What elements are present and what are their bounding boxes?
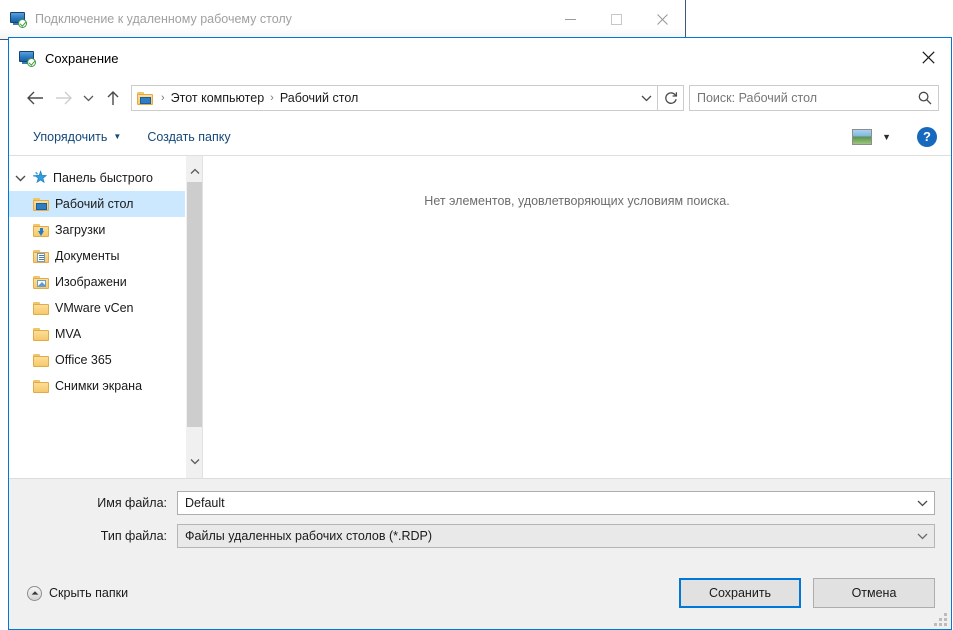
dialog-body: Панель быстрого Рабочий стол Загрузки До…: [9, 156, 951, 478]
tree-item-label: Office 365: [55, 353, 112, 367]
tree-item-label: MVA: [55, 327, 82, 341]
dialog-footer: Скрыть папки Сохранить Отмена: [9, 557, 951, 629]
folder-icon: [33, 301, 49, 315]
close-icon[interactable]: [905, 38, 951, 77]
tree-item-mva[interactable]: MVA: [9, 321, 202, 347]
chevron-down-icon: ▼: [113, 132, 122, 141]
remote-desktop-window: Подключение к удаленному рабочему столу: [0, 0, 686, 40]
command-bar-right: ▼ ?: [852, 126, 951, 147]
search-input[interactable]: [690, 90, 912, 106]
navigation-bar: › Этот компьютер › Рабочий стол: [9, 78, 951, 118]
dialog-title: Сохранение: [45, 50, 119, 66]
organize-label: Упорядочить: [33, 129, 108, 144]
tree-item-label: Изображени: [55, 275, 127, 289]
scrollbar-chevron-up-icon[interactable]: [186, 163, 202, 180]
desktop-folder-icon: [33, 197, 49, 211]
remote-desktop-window-controls: [547, 0, 685, 38]
breadcrumb-item-desktop[interactable]: Рабочий стол: [278, 91, 360, 105]
remote-desktop-titlebar: Подключение к удаленному рабочему столу: [0, 0, 685, 38]
tree-item-label: Загрузки: [55, 223, 106, 237]
organize-button[interactable]: Упорядочить ▼: [27, 123, 127, 151]
file-name-label: Имя файла:: [97, 496, 167, 510]
tree-item-screenshots[interactable]: Снимки экрана: [9, 373, 202, 399]
file-type-row: Тип файла: Файлы удаленных рабочих столо…: [25, 524, 935, 548]
dialog-titlebar: Сохранение: [9, 38, 951, 78]
chevron-down-icon[interactable]: [910, 499, 934, 507]
back-arrow-icon[interactable]: [21, 84, 49, 112]
pictures-folder-icon: [33, 275, 49, 289]
tree-item-label: Панель быстрого: [53, 171, 153, 185]
help-button[interactable]: ?: [917, 126, 937, 147]
up-arrow-icon[interactable]: [99, 84, 127, 112]
tree-item-office-365[interactable]: Office 365: [9, 347, 202, 373]
hide-folders-label: Скрыть папки: [49, 586, 129, 600]
folder-icon: [33, 379, 49, 393]
chevron-down-icon[interactable]: [910, 532, 934, 540]
hide-folders-button[interactable]: Скрыть папки: [27, 585, 129, 601]
file-form: Имя файла: Тип файла: Файлы удаленных ра…: [9, 478, 951, 557]
command-bar: Упорядочить ▼ Создать папку ▼ ?: [9, 118, 951, 156]
chevron-up-circle-icon: [27, 585, 42, 601]
search-icon[interactable]: [912, 91, 938, 105]
file-type-label: Тип файла:: [100, 529, 167, 543]
breadcrumb-separator: ›: [270, 92, 274, 104]
close-icon[interactable]: [639, 0, 685, 38]
desktop-folder-icon: [137, 91, 153, 105]
remote-desktop-icon: [10, 11, 27, 28]
search-box[interactable]: [689, 85, 939, 111]
address-bar[interactable]: › Этот компьютер › Рабочий стол: [131, 85, 658, 111]
cancel-button[interactable]: Отмена: [813, 578, 935, 608]
tree-item-label: Рабочий стол: [55, 197, 134, 211]
tree-item-label: VMware vCen: [55, 301, 134, 315]
navigation-pane-scrollbar[interactable]: [185, 156, 202, 478]
file-name-input[interactable]: [178, 495, 910, 511]
save-dialog: Сохранение › Этот компьютер › Рабочий ст…: [8, 37, 952, 630]
downloads-folder-icon: [33, 223, 49, 237]
breadcrumb-item-computer[interactable]: Этот компьютер: [169, 91, 266, 105]
tree-item-desktop[interactable]: Рабочий стол: [9, 191, 202, 217]
tree-item-quick-access[interactable]: Панель быстрого: [9, 165, 202, 191]
empty-list-message: Нет элементов, удовлетворяющих условиям …: [424, 194, 730, 208]
breadcrumb-separator: ›: [161, 92, 165, 104]
tree-item-vmware-vcenter[interactable]: VMware vCen: [9, 295, 202, 321]
resize-grip-icon[interactable]: [934, 613, 947, 626]
tree-item-pictures[interactable]: Изображени: [9, 269, 202, 295]
scrollbar-thumb[interactable]: [187, 182, 202, 427]
minimize-icon[interactable]: [547, 0, 593, 38]
tree-item-label: Документы: [55, 249, 120, 263]
file-name-combobox[interactable]: [177, 491, 935, 515]
remote-desktop-title: Подключение к удаленному рабочему столу: [35, 12, 292, 26]
refresh-icon[interactable]: [658, 85, 684, 111]
file-list-view[interactable]: Нет элементов, удовлетворяющих условиям …: [202, 156, 951, 478]
footer-buttons: Сохранить Отмена: [679, 578, 935, 608]
folder-icon: [33, 353, 49, 367]
new-folder-label: Создать папку: [147, 129, 231, 144]
maximize-icon[interactable]: [593, 0, 639, 38]
save-button[interactable]: Сохранить: [679, 578, 801, 608]
tree-item-label: Снимки экрана: [55, 379, 143, 393]
folder-icon: [33, 327, 49, 341]
file-type-combobox[interactable]: Файлы удаленных рабочих столов (*.RDP): [177, 524, 935, 548]
chevron-down-icon[interactable]: [9, 174, 31, 182]
forward-arrow-icon: [49, 84, 77, 112]
tree-item-downloads[interactable]: Загрузки: [9, 217, 202, 243]
view-layout-icon[interactable]: [852, 128, 873, 145]
documents-folder-icon: [33, 249, 49, 263]
scrollbar-chevron-down-icon[interactable]: [186, 453, 202, 470]
star-icon: [33, 170, 47, 184]
tree-item-documents[interactable]: Документы: [9, 243, 202, 269]
recent-locations-chevron-down-icon[interactable]: [77, 84, 99, 112]
remote-desktop-icon: [19, 50, 36, 67]
navigation-pane: Панель быстрого Рабочий стол Загрузки До…: [9, 156, 202, 478]
view-chevron-down-icon[interactable]: ▼: [882, 132, 891, 142]
folder-tree: Панель быстрого Рабочий стол Загрузки До…: [9, 156, 202, 399]
file-name-row: Имя файла:: [25, 491, 935, 515]
file-type-value: Файлы удаленных рабочих столов (*.RDP): [185, 529, 433, 543]
address-chevron-down-icon[interactable]: [635, 86, 657, 110]
new-folder-button[interactable]: Создать папку: [141, 123, 236, 151]
